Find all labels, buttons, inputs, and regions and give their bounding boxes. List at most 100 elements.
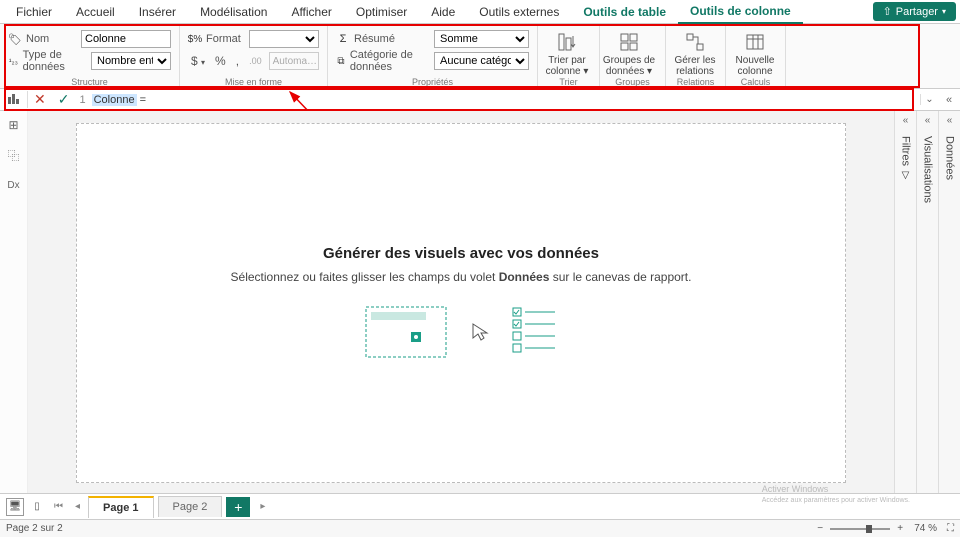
thousands-button[interactable]: , <box>233 54 242 68</box>
group-label-properties: Propriétés <box>328 77 537 87</box>
tab-nav-next[interactable]: ▸ <box>256 501 269 512</box>
chevron-left-icon: « <box>925 111 931 130</box>
page-tab-1[interactable]: Page 1 <box>88 496 153 518</box>
relations-icon <box>684 31 706 53</box>
visualizations-label: Visualisations <box>922 136 934 203</box>
chevron-left-icon: « <box>947 111 953 130</box>
formula-cancel-button[interactable]: ✕ <box>28 91 52 108</box>
formula-token: Colonne <box>92 94 137 106</box>
ribbon-group-formatting: $% Format $ ▾ % , .00 Automa… Mise en fo… <box>180 26 328 88</box>
filters-panel-collapsed[interactable]: « Filtres ▽ <box>894 111 916 493</box>
tab-nav-first[interactable]: ⏮ <box>50 501 67 512</box>
mobile-layout-icon[interactable]: ▯ <box>28 498 46 516</box>
data-groups-button[interactable]: Groupes de données ▾ <box>600 26 658 82</box>
zoom-percent: 74 % <box>914 523 937 534</box>
illus-visual-icon <box>361 302 451 362</box>
sigma-icon: Σ <box>336 32 350 46</box>
sort-icon <box>556 31 578 53</box>
tag-icon: 🏷 <box>8 32 22 46</box>
model-view-icon[interactable]: ⿻ <box>6 147 22 163</box>
datatype-select[interactable]: Nombre entier <box>91 52 171 70</box>
report-canvas-area: Générer des visuels avec vos données Sél… <box>28 111 894 493</box>
fit-to-page-icon[interactable]: ⛶ <box>947 523 954 534</box>
column-name-input[interactable] <box>81 30 171 48</box>
filters-label: Filtres <box>900 136 912 166</box>
data-panel-collapsed[interactable]: « Données <box>938 111 960 493</box>
share-button[interactable]: ⇧ Partager ▾ <box>873 2 956 21</box>
ribbon-group-structure: 🏷 Nom ¹₂₃ Type de données Nombre entier … <box>0 26 180 88</box>
ribbon-group-calculs: Nouvelle colonne Calculs <box>726 26 786 88</box>
decimals-icon[interactable]: .00 <box>246 56 265 66</box>
chevron-left-icon: « <box>903 111 909 130</box>
menu-fichier[interactable]: Fichier <box>4 1 64 23</box>
percent-button[interactable]: % <box>212 54 229 68</box>
datatype-icon: ¹₂₃ <box>8 54 19 68</box>
menu-modelisation[interactable]: Modélisation <box>188 1 279 23</box>
share-label: Partager <box>896 6 938 18</box>
group-label-calculs: Calculs <box>726 77 785 87</box>
filter-icon: ▽ <box>902 170 910 181</box>
ribbon-wrapper: 🏷 Nom ¹₂₃ Type de données Nombre entier … <box>0 24 960 89</box>
group-label-groups: Groupes <box>600 77 665 87</box>
page-indicator: Page 2 sur 2 <box>6 523 63 534</box>
name-label: Nom <box>26 33 49 45</box>
category-icon: ⧉ <box>336 54 346 68</box>
menu-aide[interactable]: Aide <box>419 1 467 23</box>
report-view-icon[interactable] <box>0 91 28 108</box>
formula-accept-button[interactable]: ✓ <box>52 91 76 108</box>
ribbon-group-groups: Groupes de données ▾ Groupes <box>600 26 666 88</box>
share-icon: ⇧ <box>883 5 892 18</box>
illus-fields-icon <box>511 302 561 362</box>
ribbon-group-properties: Σ Résumé Somme ⧉ Catégorie de données Au… <box>328 26 538 88</box>
add-page-button[interactable]: + <box>226 497 250 517</box>
formula-rest: = <box>137 94 146 106</box>
sort-by-column-button[interactable]: Trier par colonne ▾ <box>538 26 596 82</box>
menu-outils-externes[interactable]: Outils externes <box>467 1 571 23</box>
formula-bar: ✕ ✓ 1 Colonne = ⌄ « <box>0 89 960 111</box>
ribbon: 🏷 Nom ¹₂₃ Type de données Nombre entier … <box>0 24 960 89</box>
tab-nav-prev[interactable]: ◂ <box>71 501 84 512</box>
menu-optimiser[interactable]: Optimiser <box>344 1 419 23</box>
summary-label: Résumé <box>354 33 395 45</box>
currency-button[interactable]: $ ▾ <box>188 54 208 68</box>
report-canvas[interactable]: Générer des visuels avec vos données Sél… <box>76 123 846 483</box>
group-label-relations: Relations <box>666 77 725 87</box>
zoom-control: − + 74 % ⛶ <box>814 523 954 534</box>
groups-icon <box>618 31 640 53</box>
status-bar: Page 2 sur 2 − + 74 % ⛶ <box>0 519 960 537</box>
summary-select[interactable]: Somme <box>434 30 529 48</box>
group-label-structure: Structure <box>0 77 179 87</box>
ribbon-group-sort: Trier par colonne ▾ Trier <box>538 26 600 88</box>
dax-view-icon[interactable]: Dx <box>6 177 22 193</box>
zoom-slider[interactable] <box>830 528 890 530</box>
visualizations-panel-collapsed[interactable]: « Visualisations <box>916 111 938 493</box>
category-select[interactable]: Aucune catégorie <box>434 52 529 70</box>
collapse-ribbon-icon[interactable]: « <box>938 94 960 106</box>
zoom-in-button[interactable]: + <box>894 523 906 534</box>
menu-accueil[interactable]: Accueil <box>64 1 127 23</box>
new-column-button[interactable]: Nouvelle colonne <box>726 26 784 82</box>
canvas-empty-title: Générer des visuels avec vos données <box>323 245 599 262</box>
formula-expand-button[interactable]: ⌄ <box>920 94 938 105</box>
page-tab-2[interactable]: Page 2 <box>158 496 223 517</box>
group-label-sort: Trier <box>538 77 599 87</box>
data-label: Données <box>944 136 956 180</box>
canvas-illustration <box>361 302 561 362</box>
workspace: ⊞ ⿻ Dx Générer des visuels avec vos donn… <box>0 111 960 493</box>
auto-decimals-input[interactable]: Automa… <box>269 52 319 70</box>
menu-afficher[interactable]: Afficher <box>279 1 343 23</box>
menu-bar: Fichier Accueil Insérer Modélisation Aff… <box>0 0 960 24</box>
format-select[interactable] <box>249 30 319 48</box>
zoom-out-button[interactable]: − <box>814 523 826 534</box>
manage-relations-button[interactable]: Gérer les relations <box>666 26 724 82</box>
canvas-empty-subtitle: Sélectionnez ou faites glisser les champ… <box>231 270 692 284</box>
menu-outils-table[interactable]: Outils de table <box>571 1 678 23</box>
menu-outils-colonne[interactable]: Outils de colonne <box>678 0 803 24</box>
windows-activation-watermark: Activer Windows Accédez aux paramètres p… <box>762 484 910 506</box>
table-view-icon[interactable]: ⊞ <box>6 117 22 133</box>
format-icon: $% <box>188 32 202 46</box>
right-panels: « Filtres ▽ « Visualisations « Données <box>894 111 960 493</box>
menu-inserer[interactable]: Insérer <box>127 1 188 23</box>
desktop-layout-icon[interactable]: 🖥 <box>6 498 24 516</box>
formula-input[interactable]: Colonne = <box>90 93 920 106</box>
